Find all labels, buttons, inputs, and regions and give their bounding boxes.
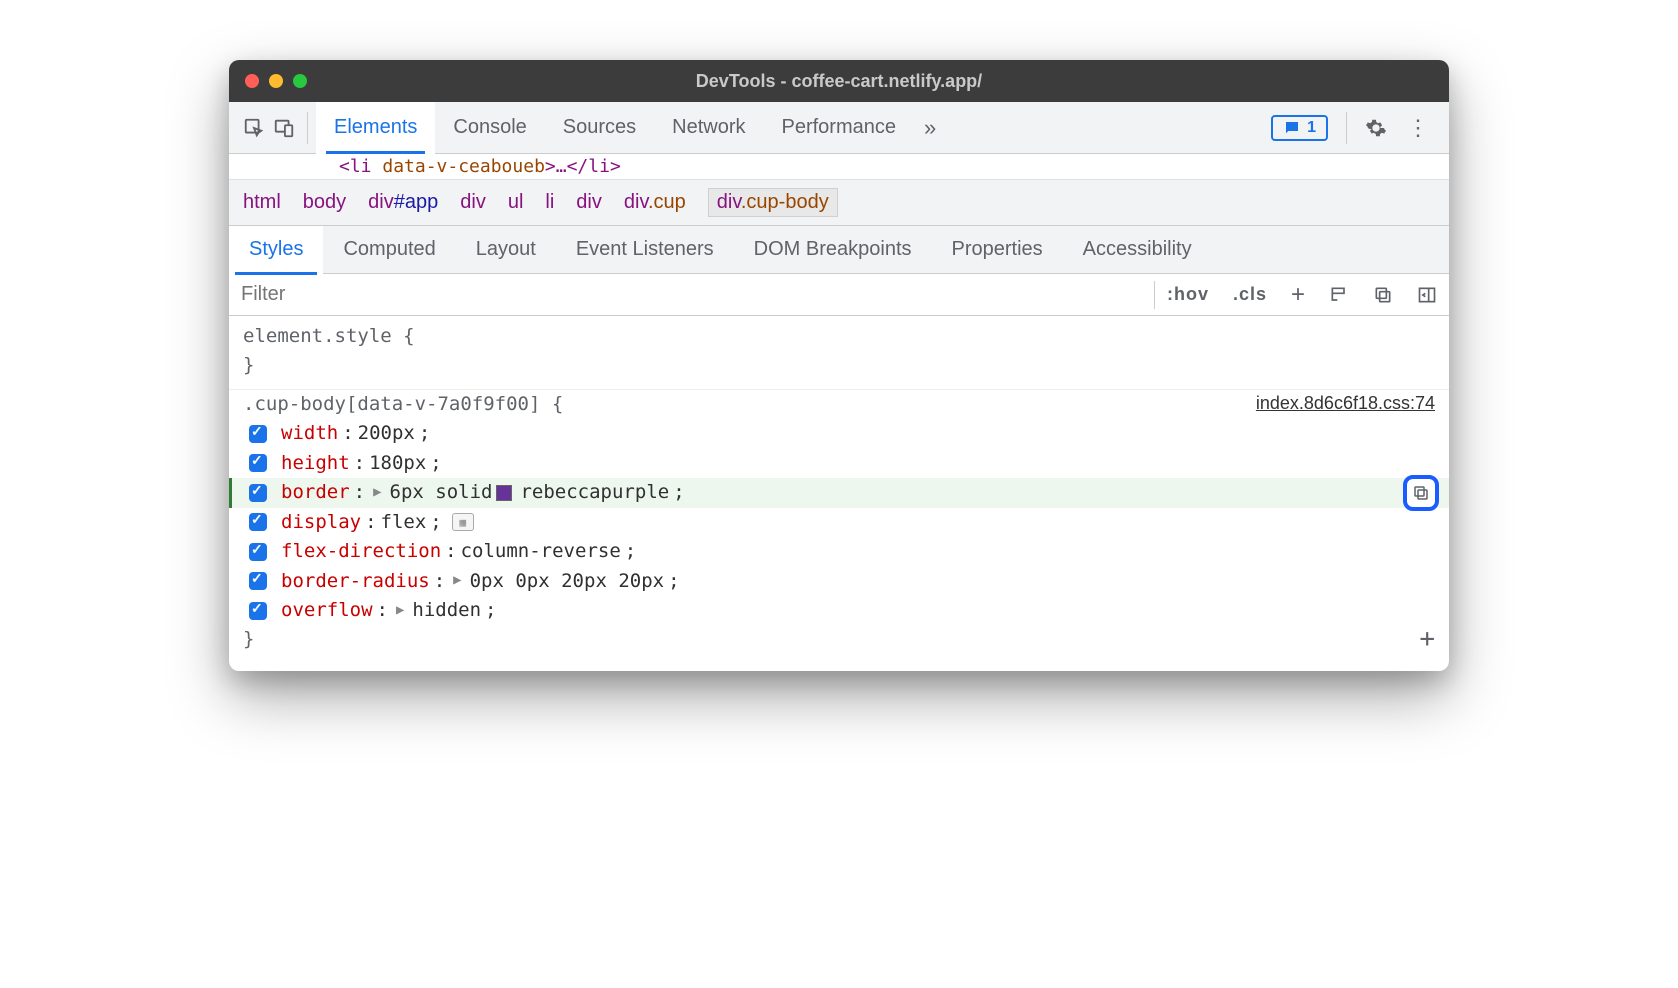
new-style-rule-button[interactable]: + [1279,274,1317,315]
copy-declaration-button[interactable] [1403,475,1439,511]
css-property[interactable]: border [281,478,350,507]
tab-performance[interactable]: Performance [764,102,915,154]
css-declaration[interactable]: flex-direction: column-reverse; [243,537,1435,566]
rule-close-brace: } [243,628,254,650]
crumb-li[interactable]: li [545,191,554,214]
main-tabs: Elements Console Sources Network Perform… [316,102,1261,154]
css-value[interactable]: 200px [358,419,415,448]
css-property[interactable]: border-radius [281,567,430,596]
paintbrush-icon[interactable] [1317,274,1361,315]
toggle-cls-button[interactable]: .cls [1221,274,1279,315]
styles-subtabs: Styles Computed Layout Event Listeners D… [229,226,1449,274]
css-property[interactable]: overflow [281,596,373,625]
crumb-div-cup-body[interactable]: div.cup-body [708,188,838,217]
issues-badge[interactable]: 1 [1271,115,1328,141]
crumb-body[interactable]: body [303,191,346,214]
css-value[interactable]: 180px [369,449,426,478]
separator [1346,112,1347,144]
subtab-styles[interactable]: Styles [229,226,323,274]
inspect-element-icon[interactable] [239,113,269,143]
add-declaration-button[interactable]: + [1419,619,1435,659]
css-rule: index.8d6c6f18.css:74 .cup-body[data-v-7… [229,389,1449,663]
tab-sources[interactable]: Sources [545,102,654,154]
css-value[interactable]: column-reverse [461,537,621,566]
css-declaration[interactable]: width: 200px; [243,419,1435,448]
styles-pane: element.style { } index.8d6c6f18.css:74 … [229,316,1449,671]
crumb-div2[interactable]: div [576,191,602,214]
selector[interactable]: .cup-body[data-v-7a0f9f00] { [243,393,563,415]
subtab-accessibility[interactable]: Accessibility [1063,226,1212,274]
css-property[interactable]: flex-direction [281,537,441,566]
toggle-declaration-checkbox[interactable] [249,572,267,590]
color-swatch-icon[interactable] [496,485,512,501]
css-value[interactable]: 6px solid [390,478,493,507]
crumb-div-app[interactable]: div#app [368,191,438,214]
css-property[interactable]: height [281,449,350,478]
styles-toolbar: :hov .cls + [229,274,1449,316]
toggle-declaration-checkbox[interactable] [249,602,267,620]
settings-icon[interactable] [1355,117,1397,139]
toggle-declaration-checkbox[interactable] [249,425,267,443]
css-declaration[interactable]: height: 180px; [243,449,1435,478]
expand-shorthand-icon[interactable]: ▶ [396,600,404,622]
toggle-declaration-checkbox[interactable] [249,543,267,561]
copy-icon[interactable] [1361,274,1405,315]
stylesheet-source-link[interactable]: index.8d6c6f18.css:74 [1256,390,1435,418]
toggle-declaration-checkbox[interactable] [249,513,267,531]
flex-editor-icon[interactable]: ▦ [452,513,474,531]
close-window-button[interactable] [245,74,259,88]
element-style-rule[interactable]: element.style { } [229,322,1449,389]
tab-console[interactable]: Console [435,102,544,154]
css-declaration[interactable]: border-radius: ▶ 0px 0px 20px 20px; [243,567,1435,596]
traffic-lights [245,74,307,88]
tab-network[interactable]: Network [654,102,763,154]
css-declaration[interactable]: display: flex; ▦ [243,508,1435,537]
subtab-event-listeners[interactable]: Event Listeners [556,226,734,274]
subtab-layout[interactable]: Layout [456,226,556,274]
more-options-icon[interactable]: ⋮ [1397,115,1439,141]
breadcrumb: html body div#app div ul li div div.cup … [229,180,1449,226]
expand-shorthand-icon[interactable]: ▶ [373,482,381,504]
crumb-html[interactable]: html [243,191,281,214]
crumb-ul[interactable]: ul [508,191,524,214]
crumb-div-cup[interactable]: div.cup [624,191,686,214]
main-toolbar: Elements Console Sources Network Perform… [229,102,1449,154]
css-declaration[interactable]: overflow: ▶ hidden; [243,596,1435,625]
titlebar: DevTools - coffee-cart.netlify.app/ [229,60,1449,102]
styles-filter-input[interactable] [229,274,1154,315]
toggle-declaration-checkbox[interactable] [249,454,267,472]
separator [307,112,308,144]
subtab-dom-breakpoints[interactable]: DOM Breakpoints [734,226,932,274]
crumb-div[interactable]: div [460,191,486,214]
dom-tree-fragment[interactable]: <li data-v-ceaboueb>…</li> [229,154,1449,180]
more-tabs-button[interactable]: » [914,115,946,141]
selector: element.style { [243,325,415,347]
minimize-window-button[interactable] [269,74,283,88]
device-toolbar-icon[interactable] [269,113,299,143]
css-value[interactable]: hidden [412,596,481,625]
issues-count: 1 [1307,119,1316,137]
css-property[interactable]: display [281,508,361,537]
subtab-properties[interactable]: Properties [932,226,1063,274]
devtools-window: DevTools - coffee-cart.netlify.app/ Elem… [229,60,1449,671]
toggle-declaration-checkbox[interactable] [249,484,267,502]
expand-shorthand-icon[interactable]: ▶ [453,570,461,592]
computed-sidebar-toggle-icon[interactable] [1405,274,1449,315]
css-property[interactable]: width [281,419,338,448]
toggle-hov-button[interactable]: :hov [1155,274,1221,315]
subtab-computed[interactable]: Computed [323,226,455,274]
window-title: DevTools - coffee-cart.netlify.app/ [229,71,1449,92]
css-value[interactable]: flex [381,508,427,537]
tab-elements[interactable]: Elements [316,102,435,154]
css-value[interactable]: 0px 0px 20px 20px [470,567,664,596]
css-declaration-highlighted[interactable]: border: ▶ 6px solid rebeccapurple; [229,478,1449,507]
maximize-window-button[interactable] [293,74,307,88]
